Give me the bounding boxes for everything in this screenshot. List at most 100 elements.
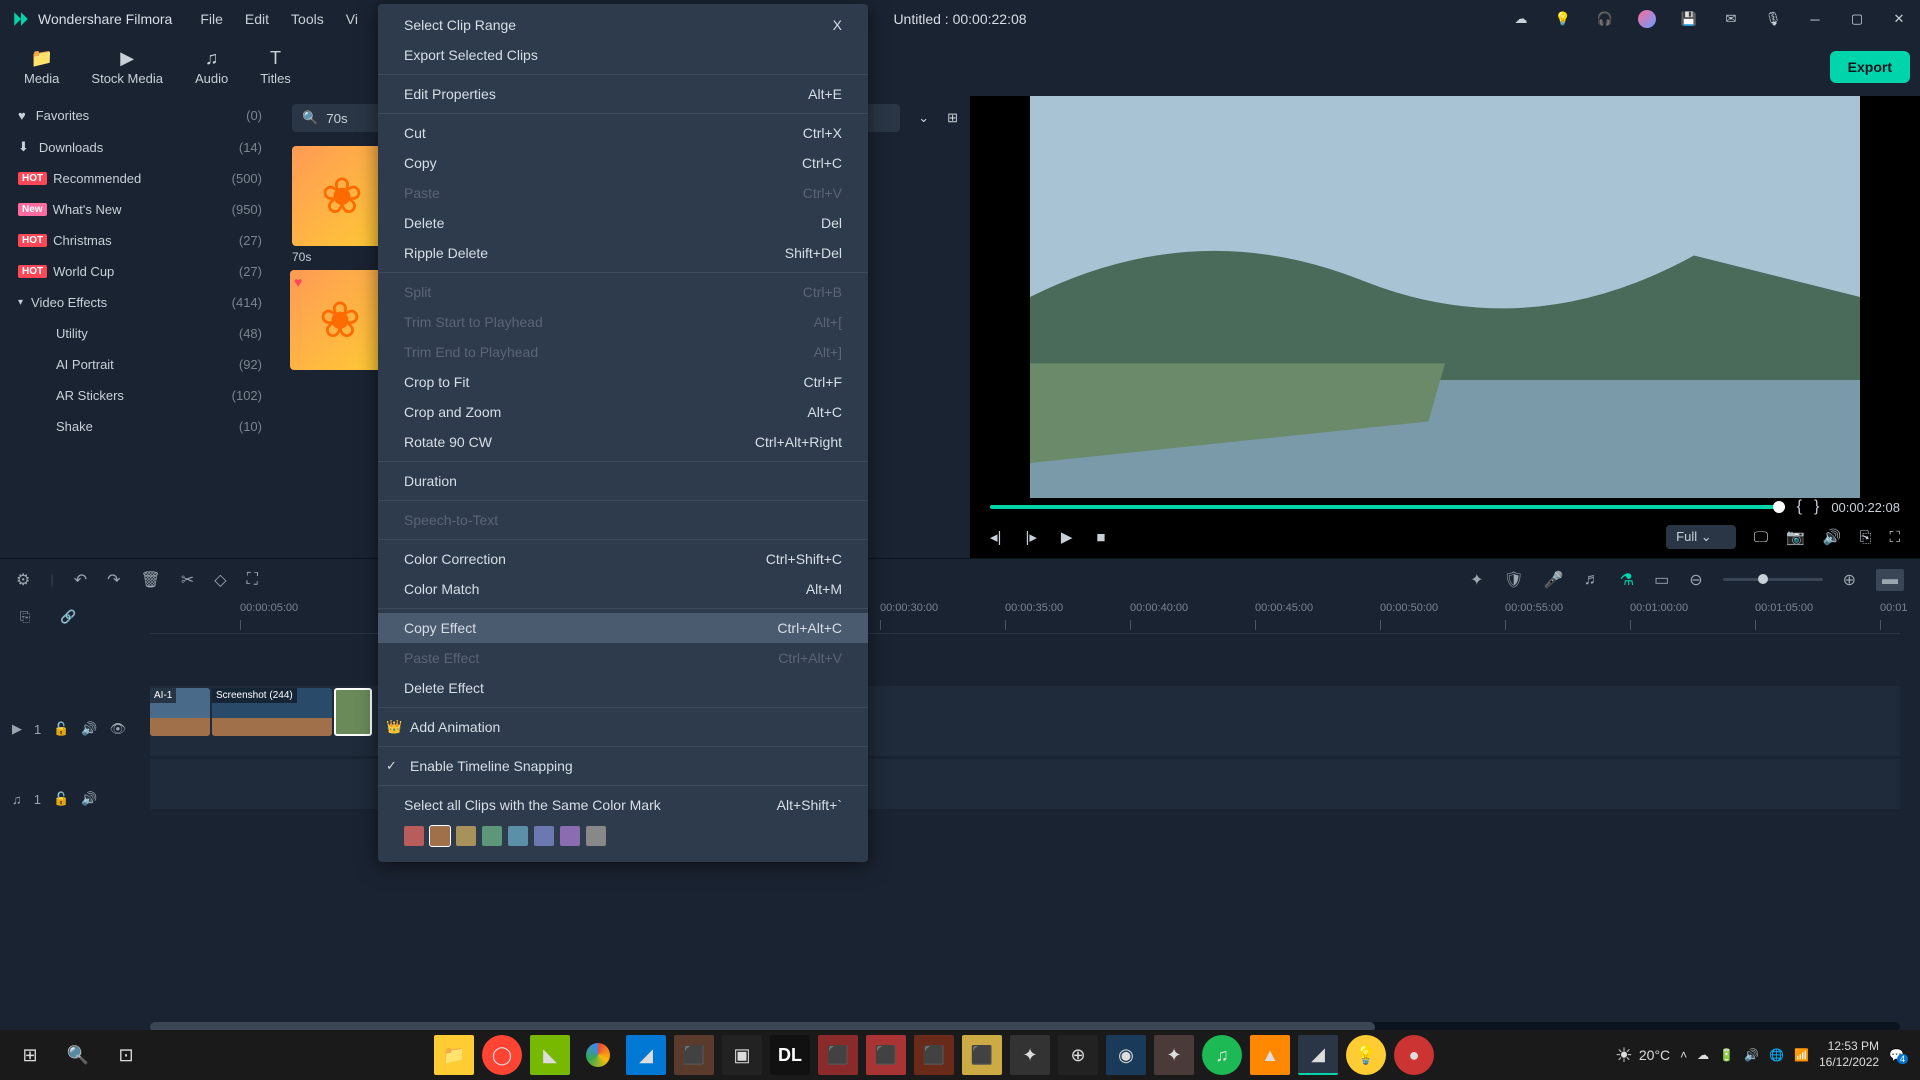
color-swatch[interactable] — [404, 826, 424, 846]
play-button[interactable]: ▶ — [1061, 528, 1073, 546]
fit-icon[interactable]: ▬ — [1876, 569, 1904, 591]
context-menu-item[interactable]: CopyCtrl+C — [378, 148, 868, 178]
favorite-icon[interactable]: ♥ — [294, 274, 302, 290]
sidebar-item[interactable]: HOTChristmas(27) — [0, 225, 280, 256]
mute-icon[interactable]: 🔊 — [81, 721, 97, 737]
color-swatch[interactable] — [430, 826, 450, 846]
headphones-icon[interactable]: 🎧 — [1596, 10, 1614, 28]
link-icon[interactable]: 🔗 — [60, 609, 76, 625]
export-button[interactable]: Export — [1830, 51, 1910, 83]
mic-icon[interactable]: 🎙 — [1764, 10, 1782, 28]
visibility-icon[interactable]: 👁 — [110, 721, 127, 737]
sidebar-item[interactable]: ♥Favorites(0) — [0, 100, 280, 131]
grid-view-icon[interactable]: ⊞ — [947, 110, 958, 126]
taskbar-app[interactable]: ▲ — [1250, 1035, 1290, 1075]
taskbar-app[interactable]: ◯ — [482, 1035, 522, 1075]
context-menu-item[interactable]: Select all Clips with the Same Color Mar… — [378, 790, 868, 820]
tab-titles[interactable]: TTitles — [260, 48, 291, 86]
color-swatch[interactable] — [560, 826, 580, 846]
sidebar-item[interactable]: ▾Video Effects(414) — [0, 287, 280, 318]
snapshot-icon[interactable]: 📷 — [1786, 528, 1805, 546]
context-menu-item[interactable]: Rotate 90 CWCtrl+Alt+Right — [378, 427, 868, 457]
quality-select[interactable]: Full ⌄ — [1666, 525, 1735, 549]
next-frame-button[interactable]: |▸ — [1025, 528, 1036, 546]
lightbulb-icon[interactable]: 💡 — [1554, 10, 1572, 28]
tray-network-icon[interactable]: 🌐 — [1769, 1048, 1784, 1062]
tray-chevron-icon[interactable]: ˄ — [1680, 1048, 1687, 1062]
menu-view[interactable]: Vi — [346, 11, 358, 27]
color-icon[interactable]: ✦ — [1470, 570, 1483, 590]
taskbar-app[interactable]: DL — [770, 1035, 810, 1075]
crop-icon[interactable]: ⛶ — [247, 571, 258, 589]
preview-video[interactable] — [1030, 96, 1860, 498]
enhance-icon[interactable]: ⚗ — [1620, 570, 1634, 590]
stop-button[interactable]: ■ — [1096, 529, 1105, 546]
tab-stock-media[interactable]: ▶Stock Media — [91, 48, 163, 86]
sidebar-item[interactable]: Shake(10) — [0, 411, 280, 442]
bracket-close-icon[interactable]: } — [1814, 498, 1819, 516]
tab-audio[interactable]: ♫Audio — [195, 48, 228, 86]
context-menu-item[interactable]: ✓Enable Timeline Snapping — [378, 751, 868, 781]
clip-selected[interactable] — [334, 688, 372, 736]
taskbar-app[interactable]: 💡 — [1346, 1035, 1386, 1075]
media-item[interactable]: ♥ — [290, 270, 390, 370]
menu-file[interactable]: File — [200, 11, 223, 27]
mute-icon[interactable]: 🔊 — [81, 791, 97, 807]
color-swatch[interactable] — [482, 826, 502, 846]
context-menu-item[interactable]: Crop and ZoomAlt+C — [378, 397, 868, 427]
taskbar-app[interactable] — [578, 1035, 618, 1075]
tray-wifi-icon[interactable]: 📶 — [1794, 1048, 1809, 1062]
prev-frame-button[interactable]: ◂| — [990, 528, 1001, 546]
sidebar-item[interactable]: AI Portrait(92) — [0, 349, 280, 380]
menu-edit[interactable]: Edit — [245, 11, 269, 27]
volume-icon[interactable]: 🔊 — [1823, 528, 1842, 546]
search-button[interactable]: 🔍 — [58, 1035, 98, 1075]
taskbar-app[interactable]: ♫ — [1202, 1035, 1242, 1075]
taskbar-app[interactable]: ⬛ — [914, 1035, 954, 1075]
settings-icon[interactable]: ⚙ — [16, 570, 30, 590]
render-icon[interactable]: ▭ — [1654, 570, 1669, 590]
lock-icon[interactable]: 🔓 — [53, 721, 69, 737]
taskbar-app[interactable]: ⬛ — [866, 1035, 906, 1075]
sidebar-item[interactable]: HOTRecommended(500) — [0, 163, 280, 194]
taskbar-app[interactable]: ◣ — [530, 1035, 570, 1075]
taskbar-app[interactable]: 📁 — [434, 1035, 474, 1075]
media-item[interactable]: 70s — [292, 146, 392, 264]
taskbar-app[interactable]: ⬛ — [962, 1035, 1002, 1075]
marker-icon[interactable]: ◇ — [214, 570, 226, 590]
maximize-icon[interactable]: ▢ — [1848, 10, 1866, 28]
sidebar-item[interactable]: NewWhat's New(950) — [0, 194, 280, 225]
sort-dropdown-icon[interactable]: ⌄ — [910, 106, 937, 130]
sidebar-item[interactable]: Utility(48) — [0, 318, 280, 349]
mail-icon[interactable]: ✉ — [1722, 10, 1740, 28]
display-icon[interactable]: 🖵 — [1754, 529, 1768, 546]
lock-icon[interactable]: 🔓 — [53, 791, 69, 807]
zoom-in-icon[interactable]: ⊕ — [1843, 570, 1856, 590]
clock[interactable]: 12:53 PM 16/12/2022 — [1819, 1039, 1879, 1070]
color-swatch[interactable] — [456, 826, 476, 846]
context-menu-item[interactable]: 👑Add Animation — [378, 712, 868, 742]
context-menu-item[interactable]: Copy EffectCtrl+Alt+C — [378, 613, 868, 643]
delete-icon[interactable]: 🗑 — [141, 570, 161, 590]
context-menu-item[interactable]: Color MatchAlt+M — [378, 574, 868, 604]
sidebar-item[interactable]: ⬇Downloads(14) — [0, 131, 280, 163]
taskbar-app[interactable]: ◉ — [1106, 1035, 1146, 1075]
avatar-icon[interactable] — [1638, 10, 1656, 28]
tab-media[interactable]: 📁Media — [24, 48, 59, 86]
context-menu-item[interactable]: CutCtrl+X — [378, 118, 868, 148]
taskbar-app[interactable]: ▣ — [722, 1035, 762, 1075]
sidebar-item[interactable]: AR Stickers(102) — [0, 380, 280, 411]
tray-volume-icon[interactable]: 🔊 — [1744, 1048, 1759, 1062]
context-menu-item[interactable]: Select Clip RangeX — [378, 10, 868, 40]
taskbar-app[interactable]: ⬛ — [674, 1035, 714, 1075]
taskbar-app[interactable]: ✦ — [1010, 1035, 1050, 1075]
minimize-icon[interactable]: ─ — [1806, 10, 1824, 28]
sidebar-item[interactable]: HOTWorld Cup(27) — [0, 256, 280, 287]
taskbar-app[interactable]: ✦ — [1154, 1035, 1194, 1075]
mixer-icon[interactable]: ♬ — [1584, 571, 1600, 589]
zoom-slider[interactable] — [1723, 578, 1823, 581]
save-icon[interactable]: 💾 — [1680, 10, 1698, 28]
context-menu-item[interactable]: Export Selected Clips — [378, 40, 868, 70]
taskbar-app[interactable]: ● — [1394, 1035, 1434, 1075]
context-menu-item[interactable]: Duration — [378, 466, 868, 496]
